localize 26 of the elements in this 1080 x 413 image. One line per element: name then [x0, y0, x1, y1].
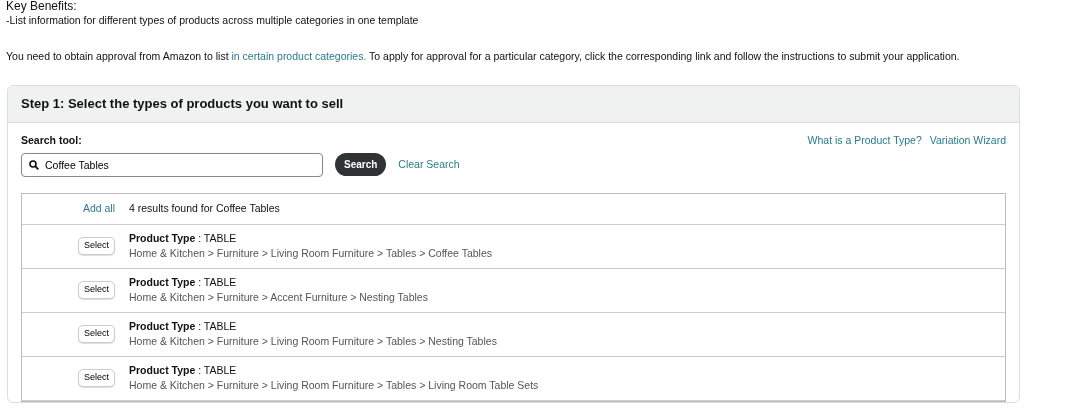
- product-type-text: Product Type : TABLE: [129, 275, 238, 290]
- results-summary: 4 results found for Coffee Tables: [129, 200, 280, 216]
- select-button[interactable]: Select: [78, 369, 115, 387]
- approval-paragraph: You need to obtain approval from Amazon to list in certain product categories. To apply for approval for a particular category, click the corresponding link and follow the instructions to submit your application.: [6, 49, 961, 64]
- product-type-text: Product Type : TABLE: [129, 319, 238, 334]
- search-label: Search tool:: [21, 132, 83, 148]
- category-path: Home & Kitchen > Furniture > Living Room Furniture > Tables > Living Room Table Sets: [129, 378, 539, 393]
- clear-search-link[interactable]: Clear Search: [398, 156, 460, 173]
- category-path: Home & Kitchen > Furniture > Living Room Furniture > Tables > Coffee Tables: [129, 246, 493, 261]
- search-field[interactable]: Coffee Tables: [21, 152, 323, 177]
- search-icon: [29, 159, 39, 170]
- category-path: Home & Kitchen > Furniture > Accent Furniture > Nesting Tables: [129, 290, 428, 305]
- help-link[interactable]: What is a Product Type?: [807, 132, 922, 149]
- benefit-text: -List information for different types of products across multiple categories in one template: [6, 13, 420, 27]
- select-button[interactable]: Select: [78, 281, 115, 299]
- search-button[interactable]: Search: [335, 153, 387, 176]
- select-button[interactable]: Select: [78, 237, 115, 255]
- add-all-link[interactable]: Add all: [82, 201, 115, 214]
- product-type-text: Product Type : TABLE: [129, 231, 238, 246]
- category-path: Home & Kitchen > Furniture > Living Room Furniture > Tables > Nesting Tables: [129, 334, 497, 349]
- select-button[interactable]: Select: [78, 325, 115, 343]
- categories-link[interactable]: in certain product categories.: [231, 50, 367, 62]
- section-heading: Key Benefits:: [6, 0, 78, 13]
- help-link[interactable]: Variation Wizard: [929, 132, 1006, 149]
- panel-header: Step 1: Select the types of products you want to sell: [8, 85, 1019, 123]
- product-type-text: Product Type : TABLE: [129, 363, 238, 378]
